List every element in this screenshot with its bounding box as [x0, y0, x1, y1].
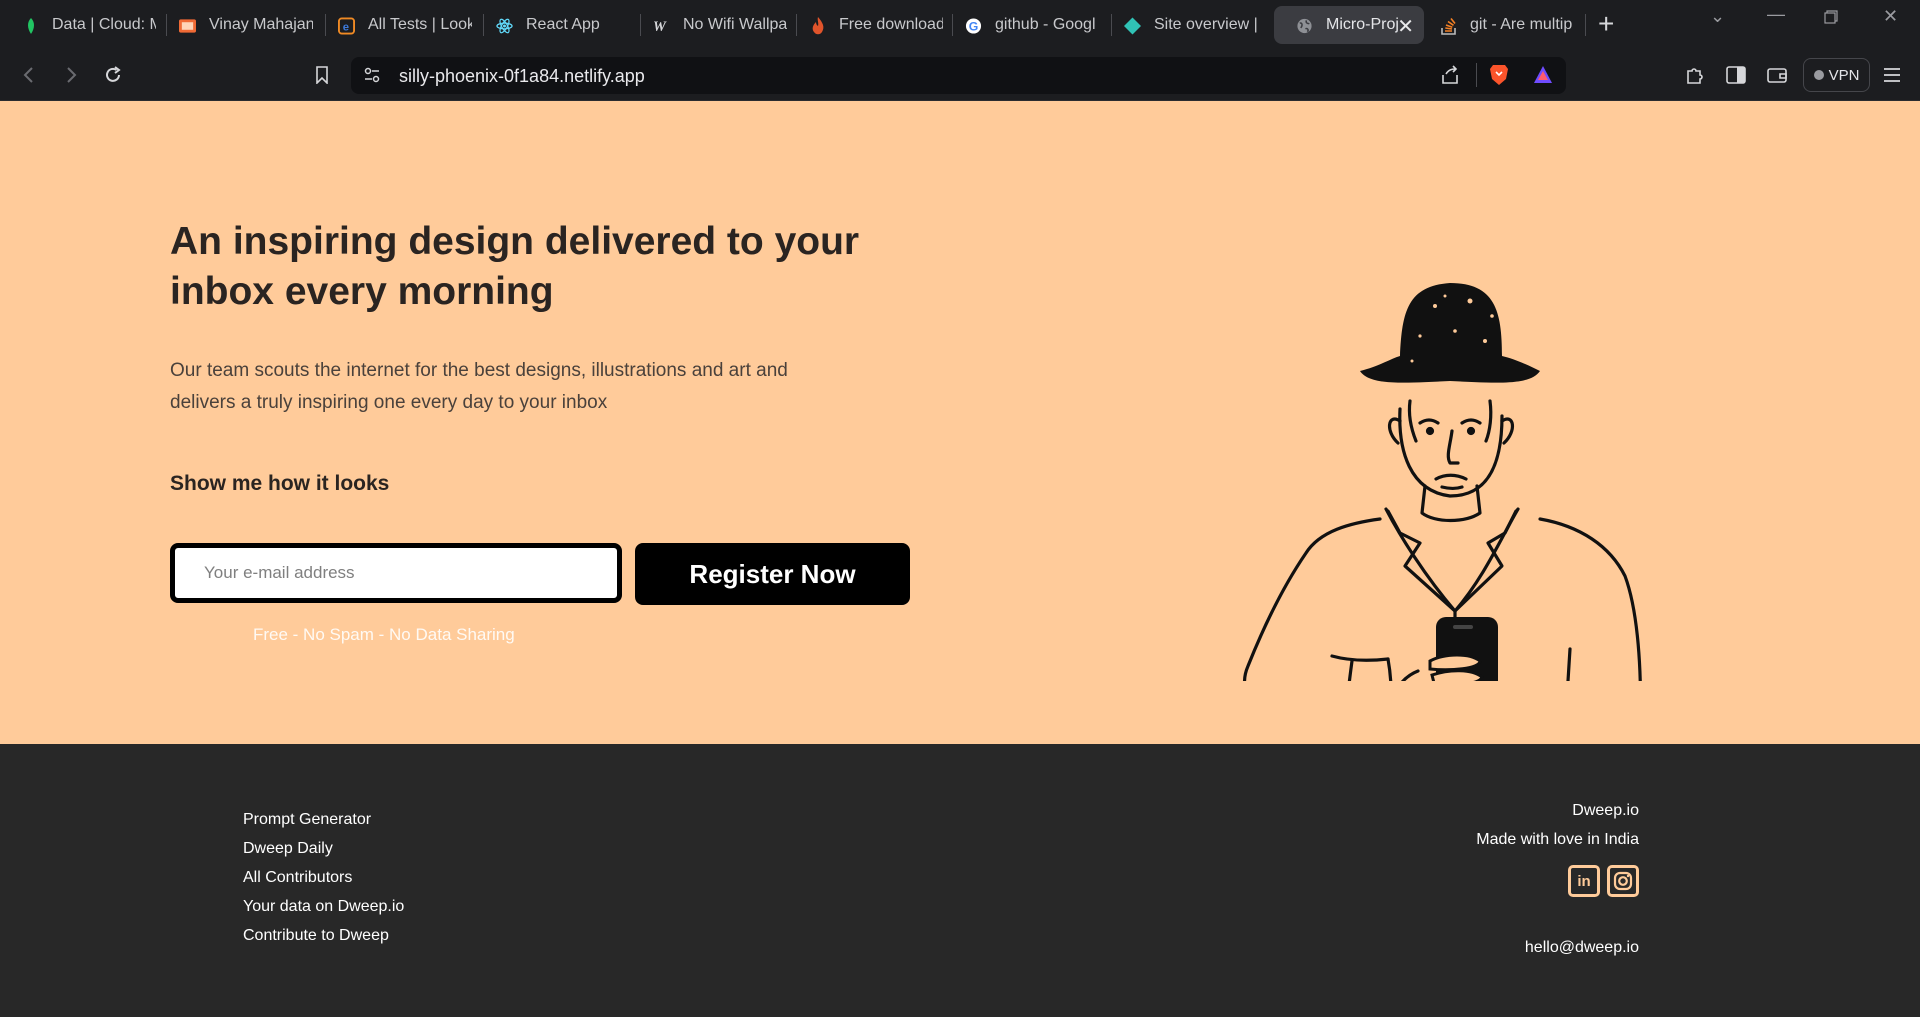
footer-link-all-contributors[interactable]: All Contributors: [243, 868, 404, 897]
new-tab-button[interactable]: +: [1598, 9, 1614, 39]
tab-label: React App: [526, 16, 600, 33]
restore-icon[interactable]: [1824, 8, 1838, 29]
sidebar-icon[interactable]: [1723, 62, 1749, 88]
footer-link-your-data[interactable]: Your data on Dweep.io: [243, 897, 404, 926]
footer-link-dweep-daily[interactable]: Dweep Daily: [243, 839, 404, 868]
page-title: An inspiring design delivered to your in…: [170, 220, 860, 313]
tab-site-overview[interactable]: Site overview |: [1102, 6, 1268, 44]
flame-icon: [809, 16, 826, 34]
vpn-button[interactable]: VPN: [1803, 58, 1870, 92]
vpn-status-icon: [1813, 70, 1824, 80]
tab-label: Vinay Mahajan: [209, 16, 313, 33]
browser-toolbar: silly-phoenix-0f1a84.netlify.app VPN: [0, 50, 1920, 101]
tab-no-wifi-wallpaper[interactable]: W No Wifi Wallpa: [631, 6, 797, 44]
e-icon: e: [338, 17, 355, 34]
wallet-icon[interactable]: [1764, 62, 1790, 88]
tab-label: github - Googl: [995, 16, 1096, 33]
tab-label: git - Are multip: [1470, 16, 1573, 33]
email-input[interactable]: [170, 543, 622, 603]
tab-label: Micro-Proj: [1326, 16, 1398, 33]
globe-icon: [1296, 17, 1313, 34]
svg-text:W: W: [653, 19, 667, 34]
social-links: in: [1476, 865, 1639, 897]
register-button[interactable]: Register Now: [635, 543, 910, 605]
footer-brand-block: Dweep.io Made with love in India in hell…: [1476, 801, 1639, 957]
privacy-note: Free - No Spam - No Data Sharing: [253, 625, 515, 644]
react-icon: [496, 17, 513, 34]
tab-react-app[interactable]: React App: [474, 6, 640, 44]
hero-section: An inspiring design delivered to your in…: [0, 101, 1920, 744]
tab-free-download[interactable]: Free download: [787, 6, 953, 44]
svg-text:G: G: [969, 19, 979, 33]
tab-search-icon[interactable]: ⌄: [1710, 6, 1725, 27]
man-with-phone-illustration: [1243, 283, 1642, 681]
tab-label: All Tests | Look: [368, 16, 472, 33]
tab-github-google[interactable]: G github - Googl: [943, 6, 1109, 44]
tab-all-tests[interactable]: e All Tests | Look: [316, 6, 482, 44]
address-bar[interactable]: silly-phoenix-0f1a84.netlify.app: [351, 57, 1566, 94]
footer-link-contribute[interactable]: Contribute to Dweep: [243, 926, 404, 955]
share-icon[interactable]: [1440, 65, 1460, 90]
stackoverflow-icon: [1440, 17, 1457, 35]
hero-description: Our team scouts the internet for the bes…: [170, 360, 788, 413]
footer-brand[interactable]: Dweep.io: [1476, 801, 1639, 830]
back-icon[interactable]: [16, 62, 42, 88]
contact-email-link[interactable]: hello@dweep.io: [1476, 939, 1639, 957]
leaf-icon: [22, 17, 39, 34]
tab-git-stackoverflow[interactable]: git - Are multip: [1418, 6, 1584, 44]
site-info-icon[interactable]: [363, 66, 381, 89]
tab-data-cloud[interactable]: Data | Cloud: M: [0, 6, 166, 44]
footer-tagline: Made with love in India: [1476, 831, 1639, 848]
google-icon: G: [965, 17, 982, 34]
footer-links: Prompt Generator Dweep Daily All Contrib…: [243, 810, 404, 955]
vpn-label: VPN: [1828, 66, 1860, 84]
minimize-icon[interactable]: —: [1767, 4, 1785, 25]
show-me-link[interactable]: Show me how it looks: [170, 472, 389, 496]
reload-icon[interactable]: [100, 62, 126, 88]
slides-icon: [179, 17, 196, 34]
url-text[interactable]: silly-phoenix-0f1a84.netlify.app: [399, 66, 645, 87]
instagram-icon[interactable]: [1607, 865, 1639, 897]
close-icon[interactable]: ✕: [1397, 14, 1414, 39]
netlify-icon: [1124, 17, 1141, 34]
close-window-icon[interactable]: ✕: [1883, 6, 1898, 27]
tab-vinay-mahajan[interactable]: Vinay Mahajan: [157, 6, 323, 44]
svg-text:e: e: [343, 21, 349, 33]
brave-rewards-icon[interactable]: [1533, 65, 1553, 90]
tab-strip: Data | Cloud: M Vinay Mahajan e All Test…: [0, 0, 1920, 50]
brave-shields-icon[interactable]: [1489, 64, 1509, 91]
linkedin-icon[interactable]: in: [1568, 865, 1600, 897]
tab-label: Data | Cloud: M: [52, 16, 156, 33]
linkedin-glyph: in: [1577, 872, 1591, 890]
footer: Prompt Generator Dweep Daily All Contrib…: [0, 744, 1920, 1017]
forward-icon[interactable]: [58, 62, 84, 88]
tab-label: Free download: [839, 16, 943, 33]
extensions-icon[interactable]: [1682, 62, 1708, 88]
tab-label: No Wifi Wallpa: [683, 16, 787, 33]
menu-icon[interactable]: [1879, 62, 1905, 88]
footer-link-prompt-generator[interactable]: Prompt Generator: [243, 810, 404, 839]
w-icon: W: [653, 17, 670, 34]
tab-label: Site overview |: [1154, 16, 1258, 33]
tab-micro-project[interactable]: Micro-Proj ✕: [1274, 6, 1424, 44]
bookmark-icon[interactable]: [309, 62, 335, 88]
